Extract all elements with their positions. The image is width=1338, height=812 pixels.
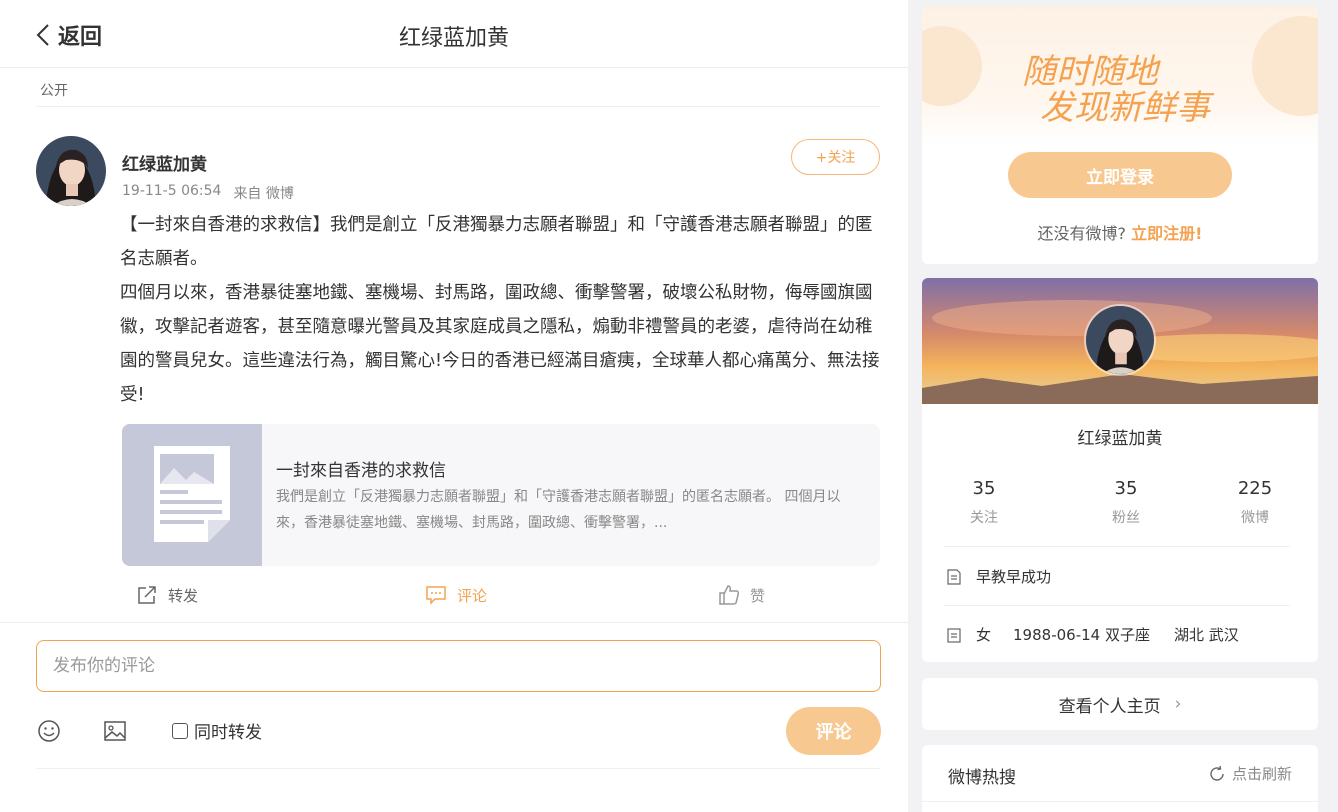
follow-button[interactable]: +关注 — [791, 139, 880, 175]
bio-text: 早教早成功 — [976, 568, 1052, 586]
author-avatar[interactable] — [36, 136, 106, 206]
stat-following-count: 35 — [972, 478, 996, 499]
birthday: 1988-06-14 双子座 — [1013, 626, 1150, 644]
like-label: 赞 — [750, 586, 766, 605]
submit-comment-button[interactable]: 评论 — [786, 707, 881, 755]
stat-followers-label: 粉丝 — [1112, 510, 1140, 526]
profile-card: 红绿蓝加黄 35 关注 35 粉丝 225 微博 早教早成功 女 1988-06… — [922, 278, 1318, 662]
profile-avatar[interactable] — [1084, 304, 1156, 376]
slogan-line-2: 发现新鲜事 — [1040, 88, 1210, 128]
also-repost-label: 同时转发 — [194, 723, 262, 743]
basic-info-row: 女 1988-06-14 双子座 湖北 武汉 — [946, 624, 1239, 645]
repost-icon — [138, 586, 156, 604]
stat-followers-count: 35 — [1114, 478, 1138, 499]
slogan-banner: 随时随地 发现新鲜事 — [922, 6, 1318, 146]
hot-search-title: 微博热搜 — [948, 768, 1016, 788]
post-time: 19-11-5 06:54 — [122, 183, 222, 199]
top-bar: 返回 红绿蓝加黄 — [0, 0, 908, 68]
view-homepage-button[interactable]: 查看个人主页 › — [922, 678, 1318, 730]
location: 湖北 武汉 — [1173, 626, 1239, 644]
stat-following-label: 关注 — [970, 510, 998, 526]
comment-icon — [426, 586, 446, 605]
stat-posts[interactable]: 225 微博 — [1205, 478, 1305, 527]
stat-posts-count: 225 — [1237, 478, 1273, 499]
also-repost-checkbox[interactable]: 同时转发 — [172, 718, 262, 743]
hot-search-card: 微博热搜 点击刷新 — [922, 745, 1318, 812]
post-source: 来自 微博 — [233, 186, 294, 202]
register-row: 还没有微博? 立即注册! — [922, 220, 1318, 244]
emoji-icon — [38, 720, 60, 742]
page-title: 红绿蓝加黄 — [398, 26, 509, 51]
repost-label: 转发 — [168, 586, 199, 605]
bio-row: 早教早成功 — [946, 566, 1051, 587]
chevron-right-icon: › — [1174, 694, 1182, 714]
login-button[interactable]: 立即登录 — [1008, 152, 1232, 198]
article-title: 一封來自香港的求救信 — [276, 461, 446, 481]
profile-name[interactable]: 红绿蓝加黄 — [922, 424, 1318, 449]
stat-followers[interactable]: 35 粉丝 — [1076, 478, 1176, 527]
refresh-icon — [1210, 765, 1224, 781]
stat-posts-label: 微博 — [1241, 510, 1269, 526]
refresh-button[interactable]: 点击刷新 — [1208, 763, 1292, 784]
image-button[interactable] — [102, 718, 128, 744]
divider — [922, 801, 1318, 802]
image-icon — [104, 721, 126, 741]
post-paragraph: 四個月以來，香港暴徒塞地鐵、塞機場、封馬路，圍政總、衝擊警署，破壞公私財物，侮辱… — [120, 283, 880, 405]
register-prompt: 还没有微博? — [1037, 224, 1127, 243]
post-meta: 19-11-5 06:54 来自 微博 — [122, 183, 294, 203]
refresh-label: 点击刷新 — [1231, 765, 1292, 783]
divider — [0, 622, 908, 623]
comment-button[interactable]: 评论 — [425, 584, 487, 606]
divider — [944, 605, 1290, 606]
comment-label: 评论 — [457, 586, 488, 605]
repost-button[interactable]: 转发 — [136, 584, 198, 606]
profile-cover — [922, 278, 1318, 404]
checkbox-box[interactable] — [172, 722, 188, 739]
divider — [36, 106, 880, 107]
article-icon — [122, 424, 262, 566]
like-button[interactable]: 赞 — [718, 584, 765, 606]
author-name[interactable]: 红绿蓝加黄 — [122, 150, 207, 175]
login-card: 随时随地 发现新鲜事 立即登录 还没有微博? 立即注册! — [922, 6, 1318, 264]
view-homepage-label: 查看个人主页 — [1058, 696, 1161, 717]
divider — [944, 546, 1290, 547]
gender: 女 — [976, 626, 992, 644]
article-description: 我們是創立「反港獨暴力志願者聯盟」和「守護香港志願者聯盟」的匿名志願者。 四個月… — [276, 489, 841, 531]
main-panel: 返回 红绿蓝加黄 公开 红绿蓝加黄 19-11-5 06:54 来自 微博 +关… — [0, 0, 908, 812]
visibility-label: 公开 — [40, 83, 68, 99]
calendar-icon — [947, 627, 961, 643]
divider — [36, 768, 880, 769]
document-icon — [947, 568, 961, 585]
register-link[interactable]: 立即注册! — [1131, 224, 1202, 243]
post-content: 【一封來自香港的求救信】我們是創立「反港獨暴力志願者聯盟」和「守護香港志願者聯盟… — [120, 208, 885, 412]
post-actions: 转发 评论 赞 — [36, 578, 880, 618]
emoji-button[interactable] — [36, 718, 62, 744]
thumbs-up-icon — [719, 585, 740, 605]
article-card[interactable]: 一封來自香港的求救信 我們是創立「反港獨暴力志願者聯盟」和「守護香港志願者聯盟」… — [122, 424, 880, 566]
comment-input[interactable] — [36, 640, 881, 692]
post-paragraph: 【一封來自香港的求救信】我們是創立「反港獨暴力志願者聯盟」和「守護香港志願者聯盟… — [120, 215, 873, 269]
stat-following[interactable]: 35 关注 — [934, 478, 1034, 527]
